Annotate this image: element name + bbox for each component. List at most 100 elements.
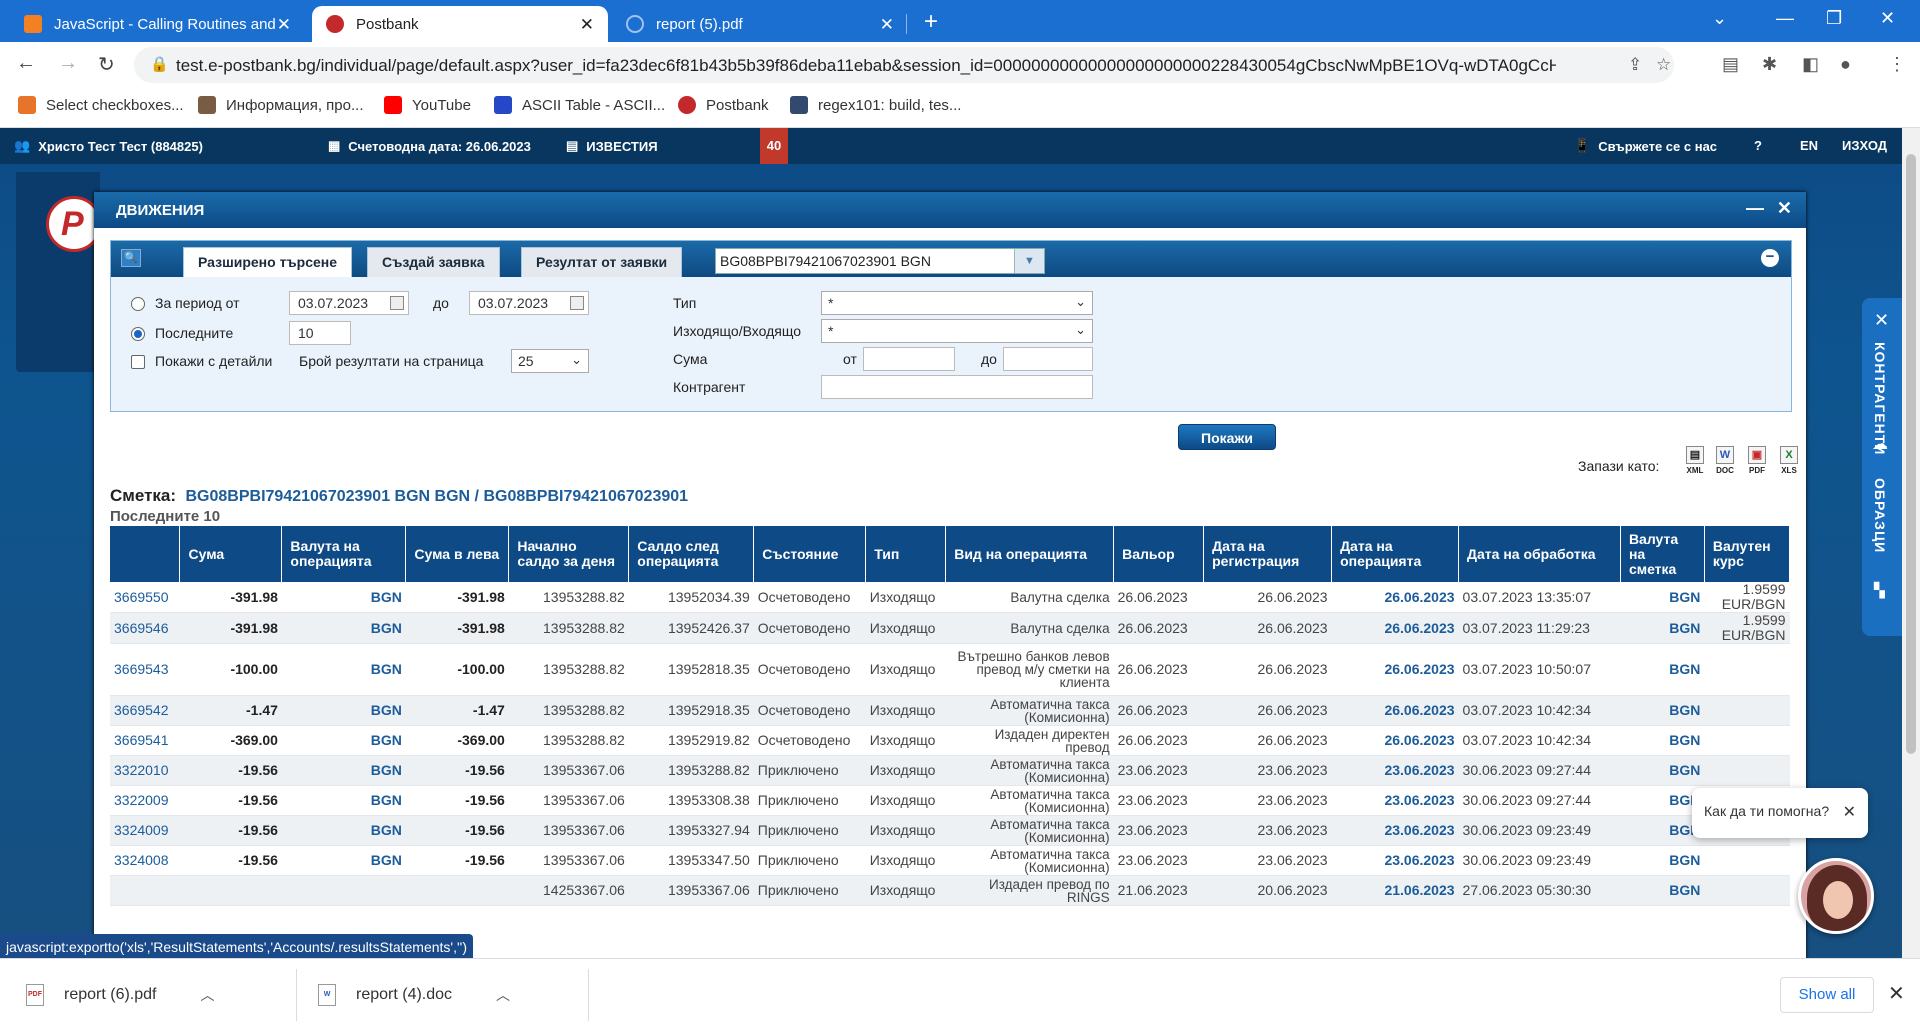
close-icon[interactable]: ✕ bbox=[880, 15, 894, 35]
chat-popup[interactable]: Как да ти помогна? ✕ bbox=[1692, 788, 1868, 838]
table-row[interactable]: 3669542 -1.47 BGN -1.47 13953288.82 13952918.… bbox=[110, 695, 1790, 726]
table-row[interactable]: 14253367.06 13953367.06 Приключено Изходящо… bbox=[110, 875, 1790, 906]
tab-report-pdf[interactable]: report (5).pdf ✕ bbox=[612, 6, 908, 42]
column-header[interactable]: Дата на операцията bbox=[1331, 526, 1460, 582]
bookmark-item[interactable]: regex101: build, tes... bbox=[790, 96, 961, 114]
close-flyout-icon[interactable]: ✕ bbox=[1874, 310, 1889, 331]
column-header[interactable]: Вид на операцията bbox=[945, 526, 1115, 582]
table-row[interactable]: 3322009 -19.56 BGN -19.56 13953367.06 1395330… bbox=[110, 785, 1790, 816]
table-row[interactable]: 3669550 -391.98 BGN -391.98 13953288.82 13952… bbox=[110, 582, 1790, 613]
cell-id[interactable]: 3669550 bbox=[110, 582, 180, 613]
column-header[interactable]: Сума в лева bbox=[405, 526, 510, 582]
close-icon[interactable]: ✕ bbox=[580, 15, 594, 35]
cell-id[interactable]: 3669541 bbox=[110, 725, 180, 756]
calendar-icon[interactable] bbox=[390, 296, 404, 310]
date-from-input[interactable]: 03.07.2023 bbox=[289, 291, 409, 315]
cell-id[interactable]: 3669543 bbox=[110, 643, 180, 696]
templates-tab[interactable]: ОБРАЗЦИ bbox=[1872, 478, 1888, 553]
tab-request-results[interactable]: Резултат от заявки bbox=[521, 247, 683, 277]
language-switch[interactable]: EN bbox=[1800, 138, 1818, 153]
page-scrollbar[interactable] bbox=[1902, 128, 1920, 958]
logout-link[interactable]: ИЗХОД bbox=[1842, 138, 1887, 153]
news-link[interactable]: ▤ ИЗВЕСТИЯ bbox=[566, 138, 658, 154]
table-row[interactable]: 3669543 -100.00 BGN -100.00 13953288.82 13952… bbox=[110, 643, 1790, 696]
column-header[interactable]: Валута на операцията bbox=[281, 526, 407, 582]
search-icon[interactable]: 🔍 bbox=[121, 249, 141, 267]
close-downloads-icon[interactable]: ✕ bbox=[1888, 981, 1905, 1006]
minimize-icon[interactable]: — bbox=[1776, 8, 1794, 29]
column-header[interactable] bbox=[110, 526, 181, 582]
column-header[interactable]: Тип bbox=[865, 526, 947, 582]
per-page-select[interactable]: 25 ⌄ bbox=[511, 349, 589, 373]
bookmark-item[interactable]: Информация, про... bbox=[198, 96, 363, 114]
menu-icon[interactable]: ⋮ bbox=[1888, 54, 1906, 75]
help-icon[interactable]: ? bbox=[1754, 138, 1762, 153]
minimize-modal-icon[interactable]: — bbox=[1746, 198, 1764, 219]
column-header[interactable]: Начално салдо за деня bbox=[508, 526, 630, 582]
table-row[interactable]: 3669546 -391.98 BGN -391.98 13953288.82 13952… bbox=[110, 612, 1790, 644]
export-xls-icon[interactable]: X XLS bbox=[1778, 446, 1800, 476]
cell-id[interactable]: 3669546 bbox=[110, 612, 180, 644]
details-checkbox[interactable] bbox=[131, 355, 145, 369]
postbank-logo[interactable]: P bbox=[16, 172, 102, 372]
amount-to-input[interactable] bbox=[1003, 347, 1093, 371]
date-to-input[interactable]: 03.07.2023 bbox=[469, 291, 589, 315]
export-doc-icon[interactable]: W DOC bbox=[1714, 446, 1736, 476]
side-panel-icon[interactable]: ◧ bbox=[1802, 54, 1819, 75]
show-all-button[interactable]: Show all bbox=[1780, 977, 1874, 1013]
tab-advanced-search[interactable]: Разширено търсене bbox=[183, 247, 353, 277]
chevron-up-icon[interactable]: ︿ bbox=[496, 985, 510, 1005]
address-bar[interactable]: 🔒 test.e-postbank.bg/individual/page/def… bbox=[134, 47, 1674, 83]
close-icon[interactable]: ✕ bbox=[277, 15, 291, 35]
column-header[interactable]: Дата на обработка bbox=[1458, 526, 1621, 582]
extensions-icon[interactable]: ✱ bbox=[1762, 54, 1777, 75]
download-item[interactable]: PDF report (6).pdf ︿ bbox=[26, 959, 214, 1031]
chevron-down-icon[interactable]: ▼ bbox=[1014, 249, 1044, 273]
tab-search-icon[interactable]: ⌄ bbox=[1712, 8, 1727, 29]
cell-id[interactable]: 3669542 bbox=[110, 695, 180, 726]
close-window-icon[interactable]: ✕ bbox=[1880, 8, 1895, 29]
cell-id[interactable]: 3324009 bbox=[110, 815, 180, 846]
bookmark-item[interactable]: YouTube bbox=[384, 96, 471, 114]
column-header[interactable]: Валутен курс bbox=[1704, 526, 1791, 582]
column-header[interactable]: Състояние bbox=[753, 526, 867, 582]
cell-id[interactable]: 3324008 bbox=[110, 845, 180, 876]
page-icon[interactable]: ▤ bbox=[1722, 54, 1739, 75]
show-button[interactable]: Покажи bbox=[1178, 424, 1276, 450]
download-item[interactable]: Wreport (4).doc ︿ bbox=[318, 959, 510, 1031]
export-xml-icon[interactable]: ▤ XML bbox=[1684, 446, 1706, 476]
table-row[interactable]: 3324009 -19.56 BGN -19.56 13953367.06 1395332… bbox=[110, 815, 1790, 846]
period-radio[interactable] bbox=[131, 297, 145, 311]
close-chat-icon[interactable]: ✕ bbox=[1843, 802, 1856, 822]
cell-id[interactable]: 3322010 bbox=[110, 755, 180, 786]
column-header[interactable]: Валута на сметка bbox=[1620, 526, 1705, 582]
restore-icon[interactable]: ❐ bbox=[1826, 8, 1842, 29]
column-header[interactable]: Салдо след операцията bbox=[628, 526, 755, 582]
back-icon[interactable]: ← bbox=[16, 52, 36, 75]
table-row[interactable]: 3322010 -19.56 BGN -19.56 13953367.06 1395328… bbox=[110, 755, 1790, 786]
new-tab-icon[interactable]: + bbox=[924, 8, 938, 36]
export-pdf-icon[interactable]: ▣ PDF bbox=[1746, 446, 1768, 476]
last-n-radio[interactable] bbox=[131, 327, 145, 341]
collapse-panel-icon[interactable]: − bbox=[1761, 249, 1779, 267]
column-header[interactable]: Сума bbox=[179, 526, 283, 582]
url-text[interactable]: test.e-postbank.bg/individual/page/defau… bbox=[176, 56, 1556, 76]
forward-icon[interactable]: → bbox=[58, 52, 78, 75]
reload-icon[interactable]: ↻ bbox=[98, 52, 115, 77]
chat-assistant-avatar[interactable] bbox=[1798, 858, 1874, 934]
direction-select[interactable]: * ⌄ bbox=[821, 319, 1093, 343]
tab-create-request[interactable]: Създай заявка bbox=[367, 247, 500, 277]
column-header[interactable]: Дата на регистрация bbox=[1203, 526, 1333, 582]
table-row[interactable]: 3324008 -19.56 BGN -19.56 13953367.06 1395334… bbox=[110, 845, 1790, 876]
contact-link[interactable]: 📱 Свържете се с нас bbox=[1574, 138, 1717, 154]
column-header[interactable]: Вальор bbox=[1113, 526, 1205, 582]
type-select[interactable]: * ⌄ bbox=[821, 291, 1093, 315]
tab-postbank[interactable]: Postbank ✕ bbox=[312, 6, 608, 42]
chevron-up-icon[interactable]: ︿ bbox=[200, 985, 214, 1005]
cell-id[interactable] bbox=[110, 875, 180, 906]
bookmark-star-icon[interactable]: ☆ bbox=[1656, 55, 1671, 75]
calendar-icon[interactable] bbox=[570, 296, 584, 310]
profile-icon[interactable]: ● bbox=[1840, 54, 1851, 75]
table-row[interactable]: 3669541 -369.00 BGN -369.00 13953288.82 13952… bbox=[110, 725, 1790, 756]
share-icon[interactable]: ⇪ bbox=[1628, 55, 1642, 75]
